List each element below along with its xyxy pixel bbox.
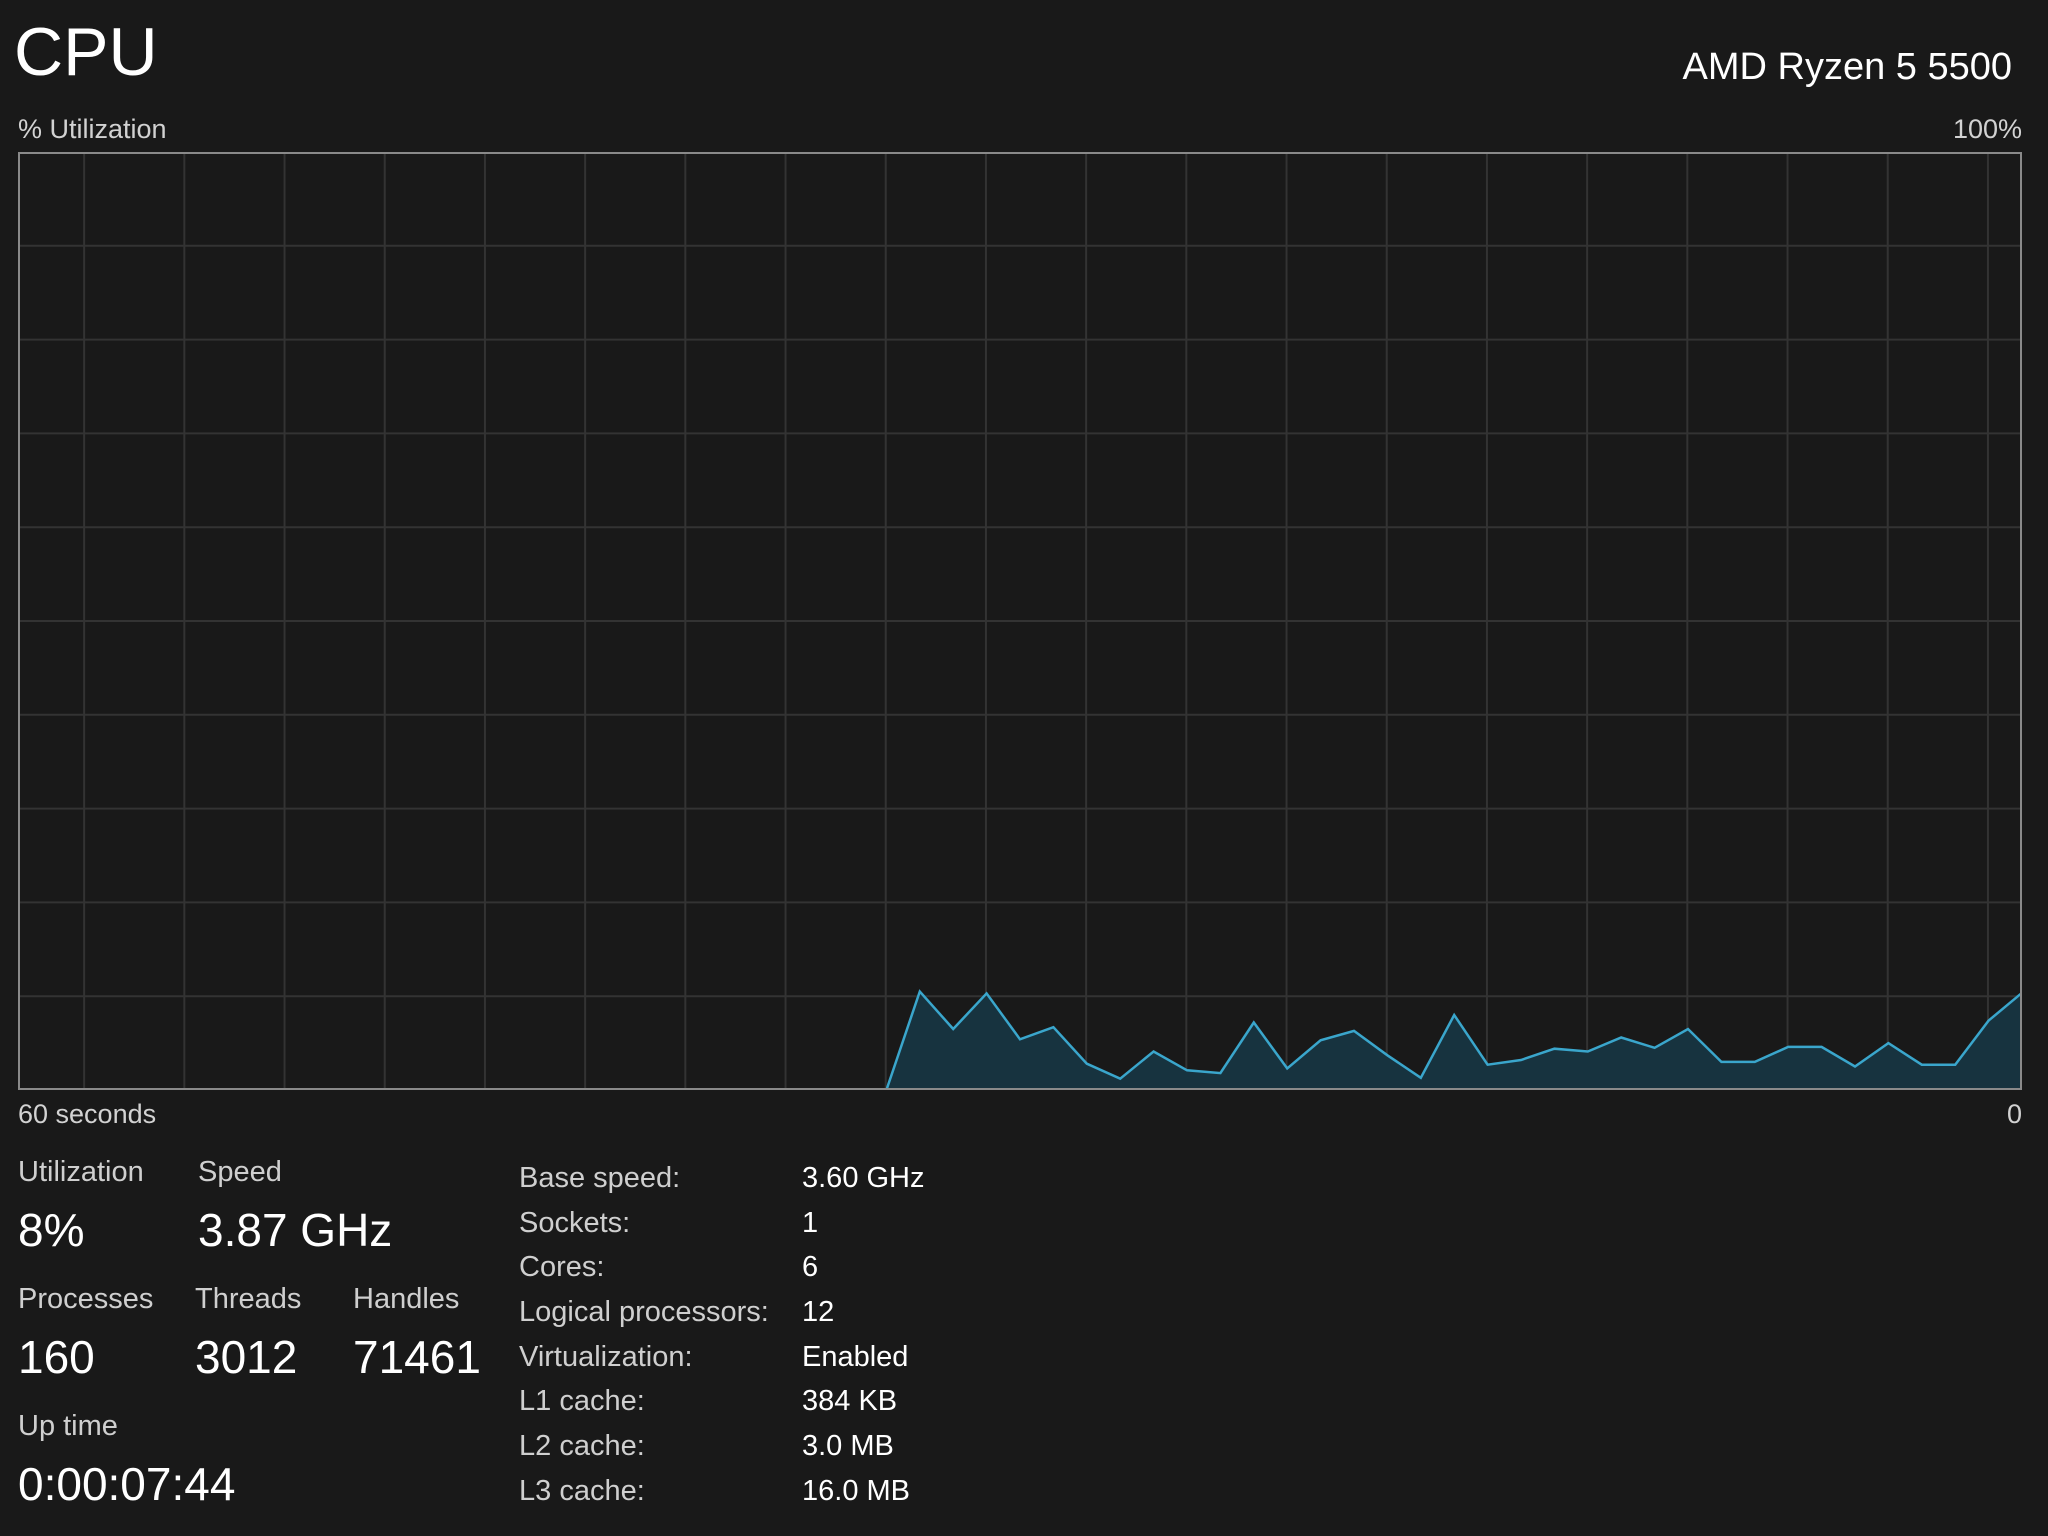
cpu-specs-table: Base speed: 3.60 GHz Sockets: 1 Cores: 6… (519, 1156, 925, 1514)
utilization-area-fill (886, 991, 2022, 1090)
spec-key: L1 cache: (519, 1385, 645, 1418)
handles-value: 71461 (353, 1331, 481, 1383)
spec-row: L1 cache: 384 KB (519, 1379, 925, 1424)
spec-row: Base speed: 3.60 GHz (519, 1156, 925, 1201)
threads-label: Threads (195, 1283, 302, 1315)
uptime-label: Up time (18, 1410, 118, 1442)
speed-label: Speed (198, 1156, 282, 1188)
spec-row: Virtualization: Enabled (519, 1335, 925, 1380)
spec-key: Cores: (519, 1251, 605, 1284)
cpu-utilization-chart (18, 152, 2022, 1090)
uptime-value: 0:00:07:44 (18, 1458, 236, 1510)
speed-value: 3.87 GHz (198, 1204, 393, 1256)
y-axis-label: % Utilization (18, 114, 167, 144)
spec-key: L2 cache: (519, 1429, 645, 1462)
processes-value: 160 (18, 1331, 95, 1383)
spec-value: 3.0 MB (802, 1429, 894, 1462)
spec-row: Sockets: 1 (519, 1201, 925, 1246)
spec-key: Logical processors: (519, 1295, 769, 1328)
x-axis-left-label: 60 seconds (18, 1099, 157, 1129)
spec-value: 12 (802, 1295, 835, 1328)
threads-value: 3012 (195, 1331, 298, 1383)
spec-key: L3 cache: (519, 1474, 645, 1507)
y-max-label: 100% (1952, 114, 2022, 144)
utilization-value: 8% (18, 1204, 85, 1256)
spec-value: 6 (802, 1251, 819, 1284)
utilization-label: Utilization (18, 1156, 144, 1188)
spec-row: Cores: 6 (519, 1245, 925, 1290)
graph-grid (18, 152, 2022, 1090)
processes-label: Processes (18, 1283, 154, 1315)
spec-value: 16.0 MB (802, 1474, 910, 1507)
spec-key: Sockets: (519, 1206, 631, 1239)
spec-value: Enabled (802, 1340, 909, 1373)
spec-row: Logical processors: 12 (519, 1290, 925, 1335)
page-title: CPU (14, 14, 158, 90)
spec-value: 384 KB (802, 1385, 898, 1418)
spec-row: L2 cache: 3.0 MB (519, 1424, 925, 1469)
spec-value: 3.60 GHz (802, 1161, 925, 1194)
cpu-model-name: AMD Ryzen 5 5500 (1682, 46, 2013, 88)
spec-key: Base speed: (519, 1161, 681, 1194)
spec-value: 1 (802, 1206, 819, 1239)
handles-label: Handles (353, 1283, 460, 1315)
spec-key: Virtualization: (519, 1340, 693, 1373)
spec-row: L3 cache: 16.0 MB (519, 1469, 925, 1514)
x-axis-right-label: 0 (2006, 1099, 2022, 1129)
cpu-utilization-graph (18, 152, 2022, 1090)
